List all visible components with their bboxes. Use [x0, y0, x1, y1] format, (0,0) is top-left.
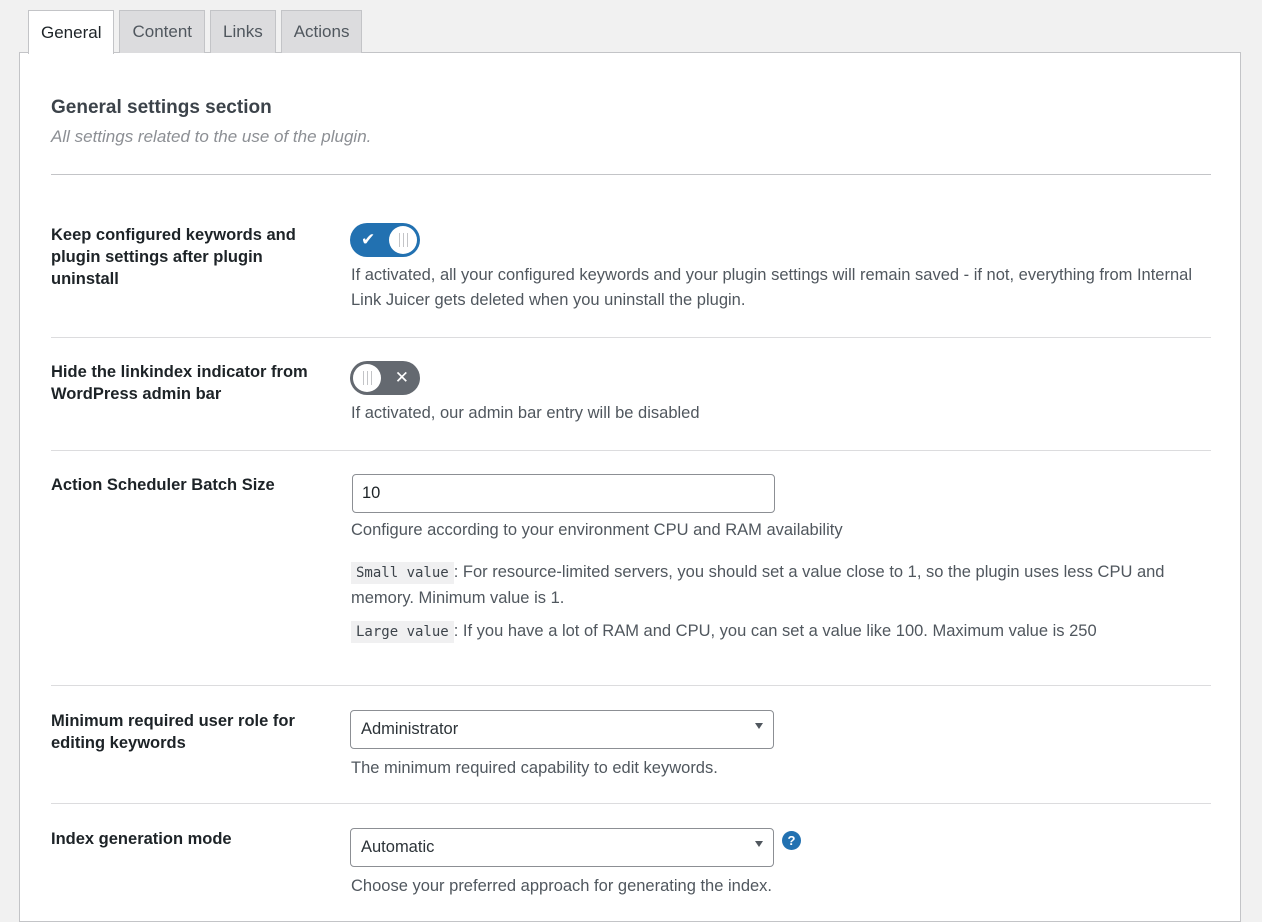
hide-indicator-label: Hide the linkindex indicator from WordPr… [51, 363, 308, 403]
toggle-knob [353, 364, 381, 392]
tab-actions[interactable]: Actions [280, 10, 363, 53]
user-role-label: Minimum required user role for editing k… [51, 712, 295, 752]
index-mode-selected: Automatic [361, 838, 435, 856]
batch-size-description: Configure according to your environment … [351, 521, 843, 539]
index-mode-label: Index generation mode [51, 830, 232, 848]
settings-tabs: General Content Links Actions [28, 10, 363, 54]
row-divider [51, 685, 1211, 686]
index-mode-select[interactable]: Automatic [350, 828, 774, 867]
user-role-selected: Administrator [361, 720, 459, 738]
row-divider [51, 450, 1211, 451]
section-title: General settings section [51, 97, 272, 118]
batch-size-label: Action Scheduler Batch Size [51, 476, 275, 494]
settings-panel: General settings section All settings re… [19, 52, 1241, 922]
hide-indicator-toggle[interactable]: ✕ [350, 361, 420, 395]
tab-general[interactable]: General [28, 10, 115, 54]
keep-settings-label: Keep configured keywords and plugin sett… [51, 226, 296, 288]
index-mode-description: Choose your preferred approach for gener… [351, 877, 773, 895]
hide-indicator-description: If activated, our admin bar entry will b… [351, 404, 700, 422]
user-role-description: The minimum required capability to edit … [351, 759, 718, 777]
row-divider [51, 803, 1211, 804]
large-value-text: : If you have a lot of RAM and CPU, you … [453, 622, 1097, 640]
close-icon: ✕ [394, 368, 409, 387]
keep-settings-toggle[interactable]: ✔ [350, 223, 420, 257]
small-value-note: Small value: For resource-limited server… [351, 560, 1201, 611]
row-divider [51, 337, 1211, 338]
large-value-code: Large value [351, 621, 454, 643]
small-value-code: Small value [351, 562, 454, 584]
tab-content[interactable]: Content [119, 10, 206, 53]
section-description: All settings related to the use of the p… [51, 127, 372, 146]
section-divider [51, 174, 1211, 175]
small-value-text: : For resource-limited servers, you shou… [351, 563, 1165, 607]
batch-size-input[interactable] [352, 474, 775, 513]
user-role-select[interactable]: Administrator [350, 710, 774, 749]
toggle-knob [389, 226, 417, 254]
chevron-down-icon [755, 841, 763, 847]
tab-links[interactable]: Links [210, 10, 276, 53]
help-icon[interactable]: ? [782, 831, 801, 850]
keep-settings-description: If activated, all your configured keywor… [351, 266, 1192, 309]
chevron-down-icon [755, 723, 763, 729]
large-value-note: Large value: If you have a lot of RAM an… [351, 619, 1201, 645]
checkmark-icon: ✔ [361, 230, 376, 249]
